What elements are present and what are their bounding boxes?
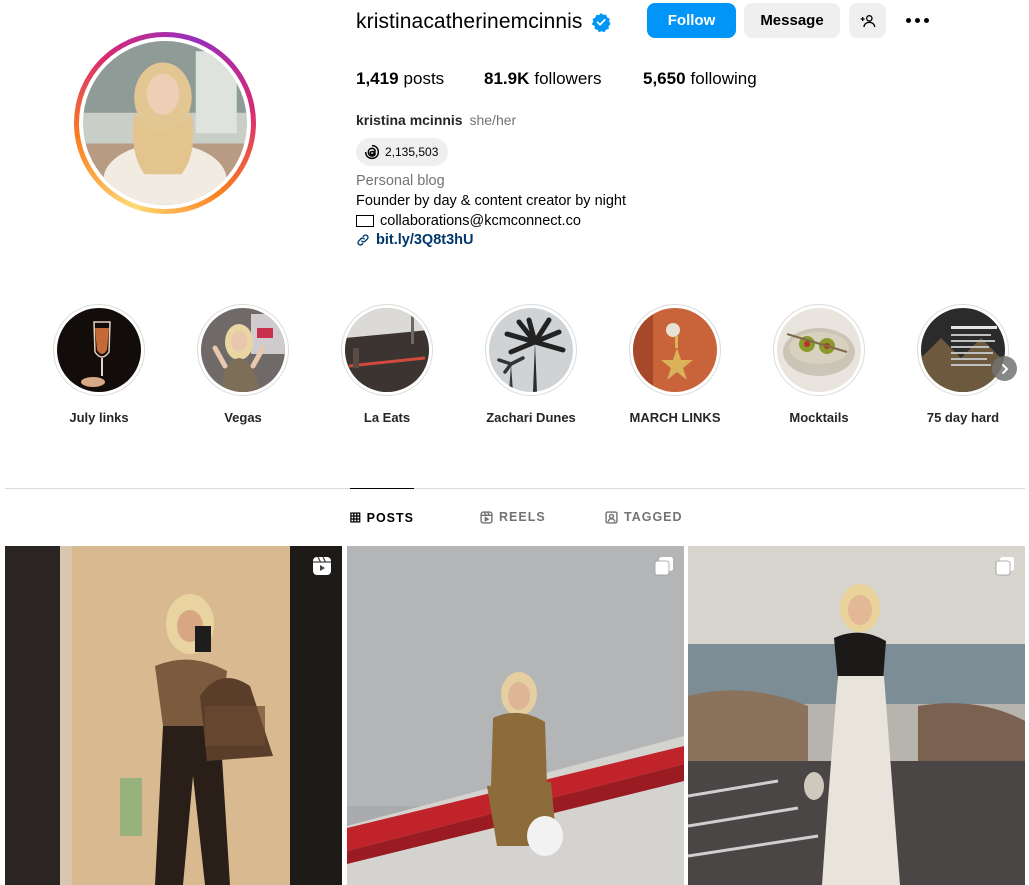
- person-add-icon: [860, 14, 875, 27]
- tab-posts[interactable]: POSTS: [350, 488, 414, 546]
- pronouns: she/her: [469, 112, 517, 128]
- profile-category: Personal blog: [356, 173, 445, 189]
- following-link[interactable]: 5,650 following: [643, 69, 757, 89]
- email-icon: [356, 215, 374, 227]
- highlight-label: July links: [69, 410, 129, 425]
- grid-icon: [350, 512, 361, 523]
- more-options-button[interactable]: [902, 8, 932, 32]
- full-name-row: kristina mcinnis she/her: [356, 112, 516, 128]
- highlight-zachari-dunes[interactable]: Zachari Dunes: [471, 304, 591, 425]
- tab-reels[interactable]: REELS: [480, 488, 546, 546]
- bio-link-text: bit.ly/3Q8t3hU: [376, 232, 474, 248]
- message-button[interactable]: Message: [744, 3, 840, 38]
- posts-count: 1,419 posts: [356, 69, 444, 89]
- more-horizontal-icon: [905, 17, 911, 23]
- bio-email: collaborations@kcmconnect.co: [380, 213, 581, 229]
- full-name: kristina mcinnis: [356, 112, 463, 128]
- followers-count-label: followers: [534, 69, 602, 88]
- highlight-vegas[interactable]: Vegas: [183, 304, 303, 425]
- verified-badge-icon: [591, 13, 611, 32]
- followers-link[interactable]: 81.9K followers: [484, 69, 601, 89]
- highlight-july-links[interactable]: July links: [39, 304, 159, 425]
- highlight-march-links[interactable]: MARCH LINKS: [615, 304, 735, 425]
- threads-icon: [364, 144, 380, 160]
- bio-text: Founder by day & content creator by nigh…: [356, 193, 627, 209]
- suggest-user-button[interactable]: [849, 3, 886, 38]
- link-icon: [357, 234, 369, 246]
- post-tile[interactable]: [688, 546, 1025, 885]
- tab-label: TAGGED: [624, 510, 683, 524]
- carousel-icon: [995, 557, 1014, 576]
- tab-tagged[interactable]: TAGGED: [605, 488, 683, 546]
- highlight-cover: [489, 308, 573, 392]
- carousel-icon: [654, 557, 673, 576]
- post-image: [347, 546, 684, 885]
- reel-icon: [313, 556, 331, 575]
- reels-icon: [480, 510, 493, 524]
- post-tile[interactable]: [5, 546, 342, 885]
- tab-label: REELS: [499, 510, 546, 524]
- posts-count-label: posts: [403, 69, 445, 88]
- highlight-label: Zachari Dunes: [486, 410, 576, 425]
- tab-label: POSTS: [366, 510, 414, 525]
- highlight-cover: [345, 308, 429, 392]
- highlight-cover: [921, 308, 1005, 392]
- bio-external-link[interactable]: bit.ly/3Q8t3hU: [356, 232, 474, 248]
- highlight-cover: [777, 308, 861, 392]
- highlight-label: 75 day hard: [926, 410, 1000, 425]
- profile-avatar-ring[interactable]: [74, 32, 256, 214]
- highlight-label: Mocktails: [789, 410, 849, 425]
- highlight-cover: [633, 308, 717, 392]
- chevron-right-icon: [1001, 363, 1008, 374]
- highlight-mocktails[interactable]: Mocktails: [759, 304, 879, 425]
- profile-username: kristinacatherinemcinnis: [356, 10, 583, 33]
- following-count-label: following: [690, 69, 757, 88]
- username-row: kristinacatherinemcinnis: [356, 2, 611, 42]
- highlights-next-button[interactable]: [992, 356, 1017, 381]
- avatar: [83, 41, 247, 205]
- highlight-cover: [57, 308, 141, 392]
- following-count-value: 5,650: [643, 69, 686, 88]
- highlight-label: MARCH LINKS: [629, 410, 721, 425]
- highlight-la-eats[interactable]: La Eats: [327, 304, 447, 425]
- bio-email-row: collaborations@kcmconnect.co: [356, 213, 581, 229]
- threads-count: 2,135,503: [385, 145, 439, 159]
- post-image: [688, 546, 1025, 885]
- post-image: [5, 546, 342, 885]
- follow-button[interactable]: Follow: [647, 3, 736, 38]
- highlight-label: La Eats: [363, 410, 411, 425]
- followers-count-value: 81.9K: [484, 69, 530, 88]
- highlight-cover: [201, 308, 285, 392]
- post-tile[interactable]: [347, 546, 684, 885]
- tagged-icon: [605, 510, 618, 524]
- threads-badge[interactable]: 2,135,503: [356, 138, 449, 166]
- highlight-label: Vegas: [224, 410, 262, 425]
- posts-count-value: 1,419: [356, 69, 399, 88]
